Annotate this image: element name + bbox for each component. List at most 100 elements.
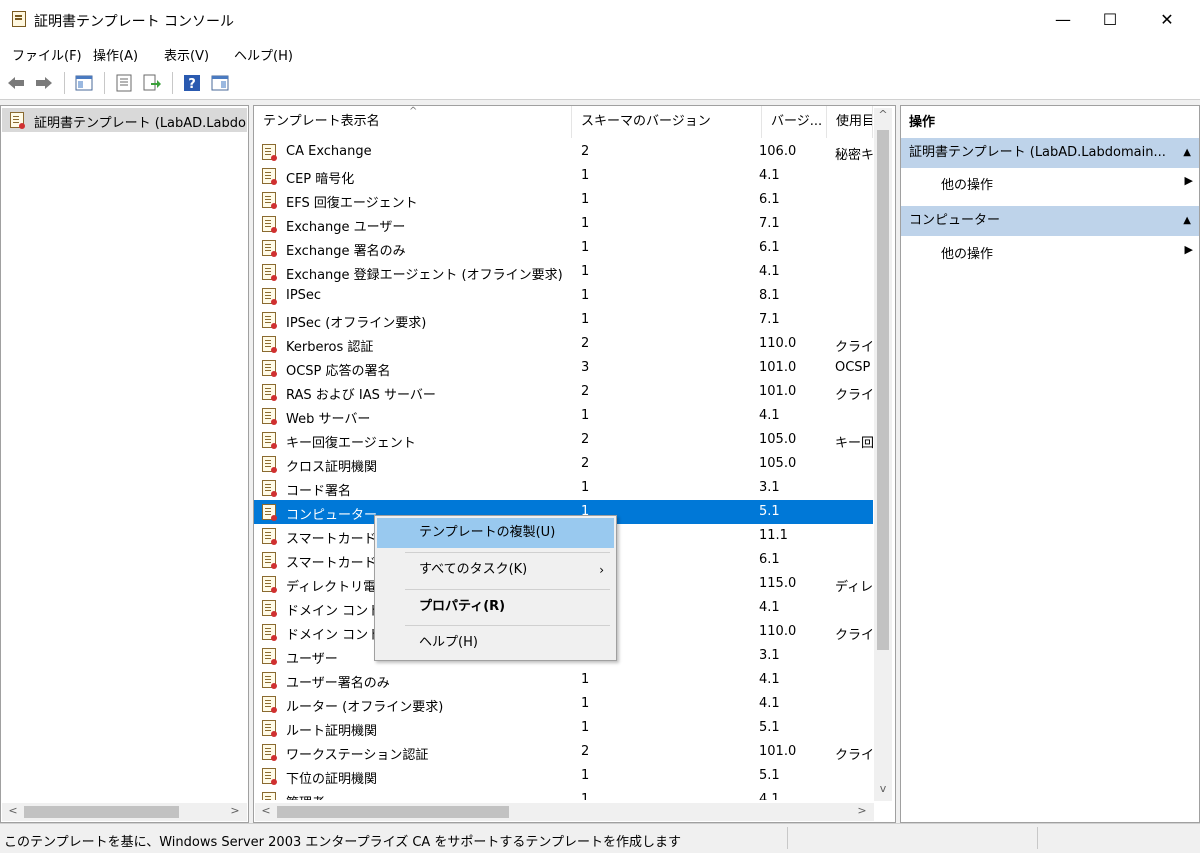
cell-name: OCSP 応答の署名 [286,364,391,379]
table-row[interactable]: RAS および IAS サーバー 2 101.0 クライア [254,380,873,404]
certificate-template-icon [262,672,277,689]
column-header-intended-purpose[interactable]: 使用目 [827,106,873,138]
cell-schema: 1 [581,672,590,687]
cell-name: IPSec (オフライン要求) [286,316,427,331]
actions-section-computer[interactable]: コンピューター ▲ [901,206,1199,236]
cell-version: 4.1 [759,600,780,615]
scroll-left-arrow-icon[interactable]: < [6,804,20,817]
cell-version: 115.0 [759,576,797,591]
context-all-tasks-label: すべてのタスク(K) [419,562,528,577]
tree-root-item[interactable]: 証明書テンプレート (LabAD.Labdomain [2,108,247,132]
table-row[interactable]: 下位の証明機関 1 5.1 [254,764,873,788]
show-hide-console-tree-icon[interactable] [74,73,94,93]
submenu-arrow-icon: ▶ [1184,174,1193,187]
minimize-button[interactable]: — [1040,0,1086,40]
properties-icon[interactable] [114,73,134,93]
certificate-template-icon [262,456,277,473]
column-header-schema-version[interactable]: スキーマのバージョン [572,106,762,138]
table-row[interactable]: CA Exchange 2 106.0 秘密キ [254,140,873,164]
scroll-down-arrow-icon[interactable]: v [876,782,890,795]
show-hide-action-pane-icon[interactable] [210,73,230,93]
table-row[interactable]: ルーター (オフライン要求) 1 4.1 [254,692,873,716]
back-arrow-icon[interactable] [6,73,26,93]
table-row[interactable]: キー回復エージェント 2 105.0 キー回 [254,428,873,452]
maximize-button[interactable]: ☐ [1087,0,1133,40]
cell-name: コード署名 [286,484,352,499]
table-row[interactable]: OCSP 応答の署名 3 101.0 OCSP [254,356,873,380]
action-more-actions-1[interactable]: 他の操作 ▶ [941,174,1197,193]
menu-help[interactable]: ヘルプ(H) [234,45,293,64]
cell-name: RAS および IAS サーバー [286,388,436,403]
collapse-up-icon[interactable]: ▲ [1183,138,1191,168]
menu-separator [405,589,610,590]
table-row[interactable]: IPSec (オフライン要求) 1 7.1 [254,308,873,332]
certificate-template-icon [262,192,277,209]
tree-horizontal-scrollbar[interactable]: < > [2,803,247,821]
table-row[interactable]: コード署名 1 3.1 [254,476,873,500]
table-row[interactable]: Exchange 署名のみ 1 6.1 [254,236,873,260]
context-properties[interactable]: プロパティ(R) [377,592,614,622]
help-icon[interactable]: ? [182,73,202,93]
context-duplicate-template[interactable]: テンプレートの複製(U) [377,518,614,548]
table-row[interactable]: ルート証明機関 1 5.1 [254,716,873,740]
cell-schema: 1 [581,240,590,255]
table-row[interactable]: ワークステーション認証 2 101.0 クライア [254,740,873,764]
window-title: 証明書テンプレート コンソール [34,14,235,30]
column-header-version[interactable]: バージ... [762,106,827,138]
list-header: テンプレート表示名 ^ スキーマのバージョン バージ... 使用目 [254,106,873,138]
table-row[interactable]: クロス証明機関 2 105.0 [254,452,873,476]
cell-schema: 2 [581,456,590,471]
table-row[interactable]: EFS 回復エージェント 1 6.1 [254,188,873,212]
toolbar-separator [64,72,65,94]
menu-separator [405,625,610,626]
menu-view[interactable]: 表示(V) [164,45,209,64]
scroll-left-arrow-icon[interactable]: < [259,804,273,817]
table-row[interactable]: Exchange ユーザー 1 7.1 [254,212,873,236]
certificate-template-icon [262,792,276,800]
certificate-template-icon [262,144,277,161]
actions-section-title: コンピューター [909,213,1001,228]
template-list-pane: テンプレート表示名 ^ スキーマのバージョン バージ... 使用目 CA Exc… [253,105,896,823]
context-help[interactable]: ヘルプ(H) [377,628,614,658]
table-row[interactable]: 管理者 1 4.1 [254,788,873,800]
table-row[interactable]: Kerberos 認証 2 110.0 クライア [254,332,873,356]
cell-purpose: クライア [835,748,873,763]
actions-section-title: 証明書テンプレート (LabAD.Labdomain... [909,145,1166,160]
list-horizontal-scrollbar[interactable]: < > [255,803,874,821]
menu-file[interactable]: ファイル(F) [12,45,82,64]
action-more-actions-2[interactable]: 他の操作 ▶ [941,243,1197,262]
menu-action[interactable]: 操作(A) [93,45,138,64]
table-row[interactable]: Web サーバー 1 4.1 [254,404,873,428]
close-button[interactable]: ✕ [1144,0,1190,40]
scroll-right-arrow-icon[interactable]: > [855,804,869,817]
scrollbar-thumb[interactable] [277,806,509,818]
certificate-template-icon [262,264,277,281]
cell-version: 7.1 [759,216,780,231]
scrollbar-thumb[interactable] [24,806,179,818]
actions-pane: 操作 証明書テンプレート (LabAD.Labdomain... ▲ 他の操作 … [900,105,1200,823]
cell-name: 管理者 [286,792,570,800]
table-row[interactable]: CEP 暗号化 1 4.1 [254,164,873,188]
cell-version: 5.1 [759,720,780,735]
toolbar-separator [104,72,105,94]
export-list-icon[interactable] [142,73,162,93]
forward-arrow-icon[interactable] [34,73,54,93]
cell-schema: 1 [581,720,590,735]
collapse-up-icon[interactable]: ▲ [1183,206,1191,236]
context-all-tasks[interactable]: すべてのタスク(K) › [377,555,614,585]
certificate-template-icon [262,720,277,737]
table-row[interactable]: Exchange 登録エージェント (オフライン要求) 1 4.1 [254,260,873,284]
certificate-template-icon [262,576,277,593]
list-vertical-scrollbar[interactable]: ^ v [874,108,892,801]
cell-version: 101.0 [759,744,797,759]
table-row[interactable]: ユーザー署名のみ 1 4.1 [254,668,873,692]
scroll-up-arrow-icon[interactable]: ^ [876,108,890,121]
scrollbar-thumb[interactable] [877,130,889,650]
cell-version: 110.0 [759,624,797,639]
actions-section-templates[interactable]: 証明書テンプレート (LabAD.Labdomain... ▲ [901,138,1199,168]
scroll-right-arrow-icon[interactable]: > [228,804,242,817]
cell-version: 3.1 [759,480,780,495]
cell-name: ルーター (オフライン要求) [286,700,444,715]
cell-schema: 1 [581,792,590,800]
table-row[interactable]: IPSec 1 8.1 [254,284,873,308]
